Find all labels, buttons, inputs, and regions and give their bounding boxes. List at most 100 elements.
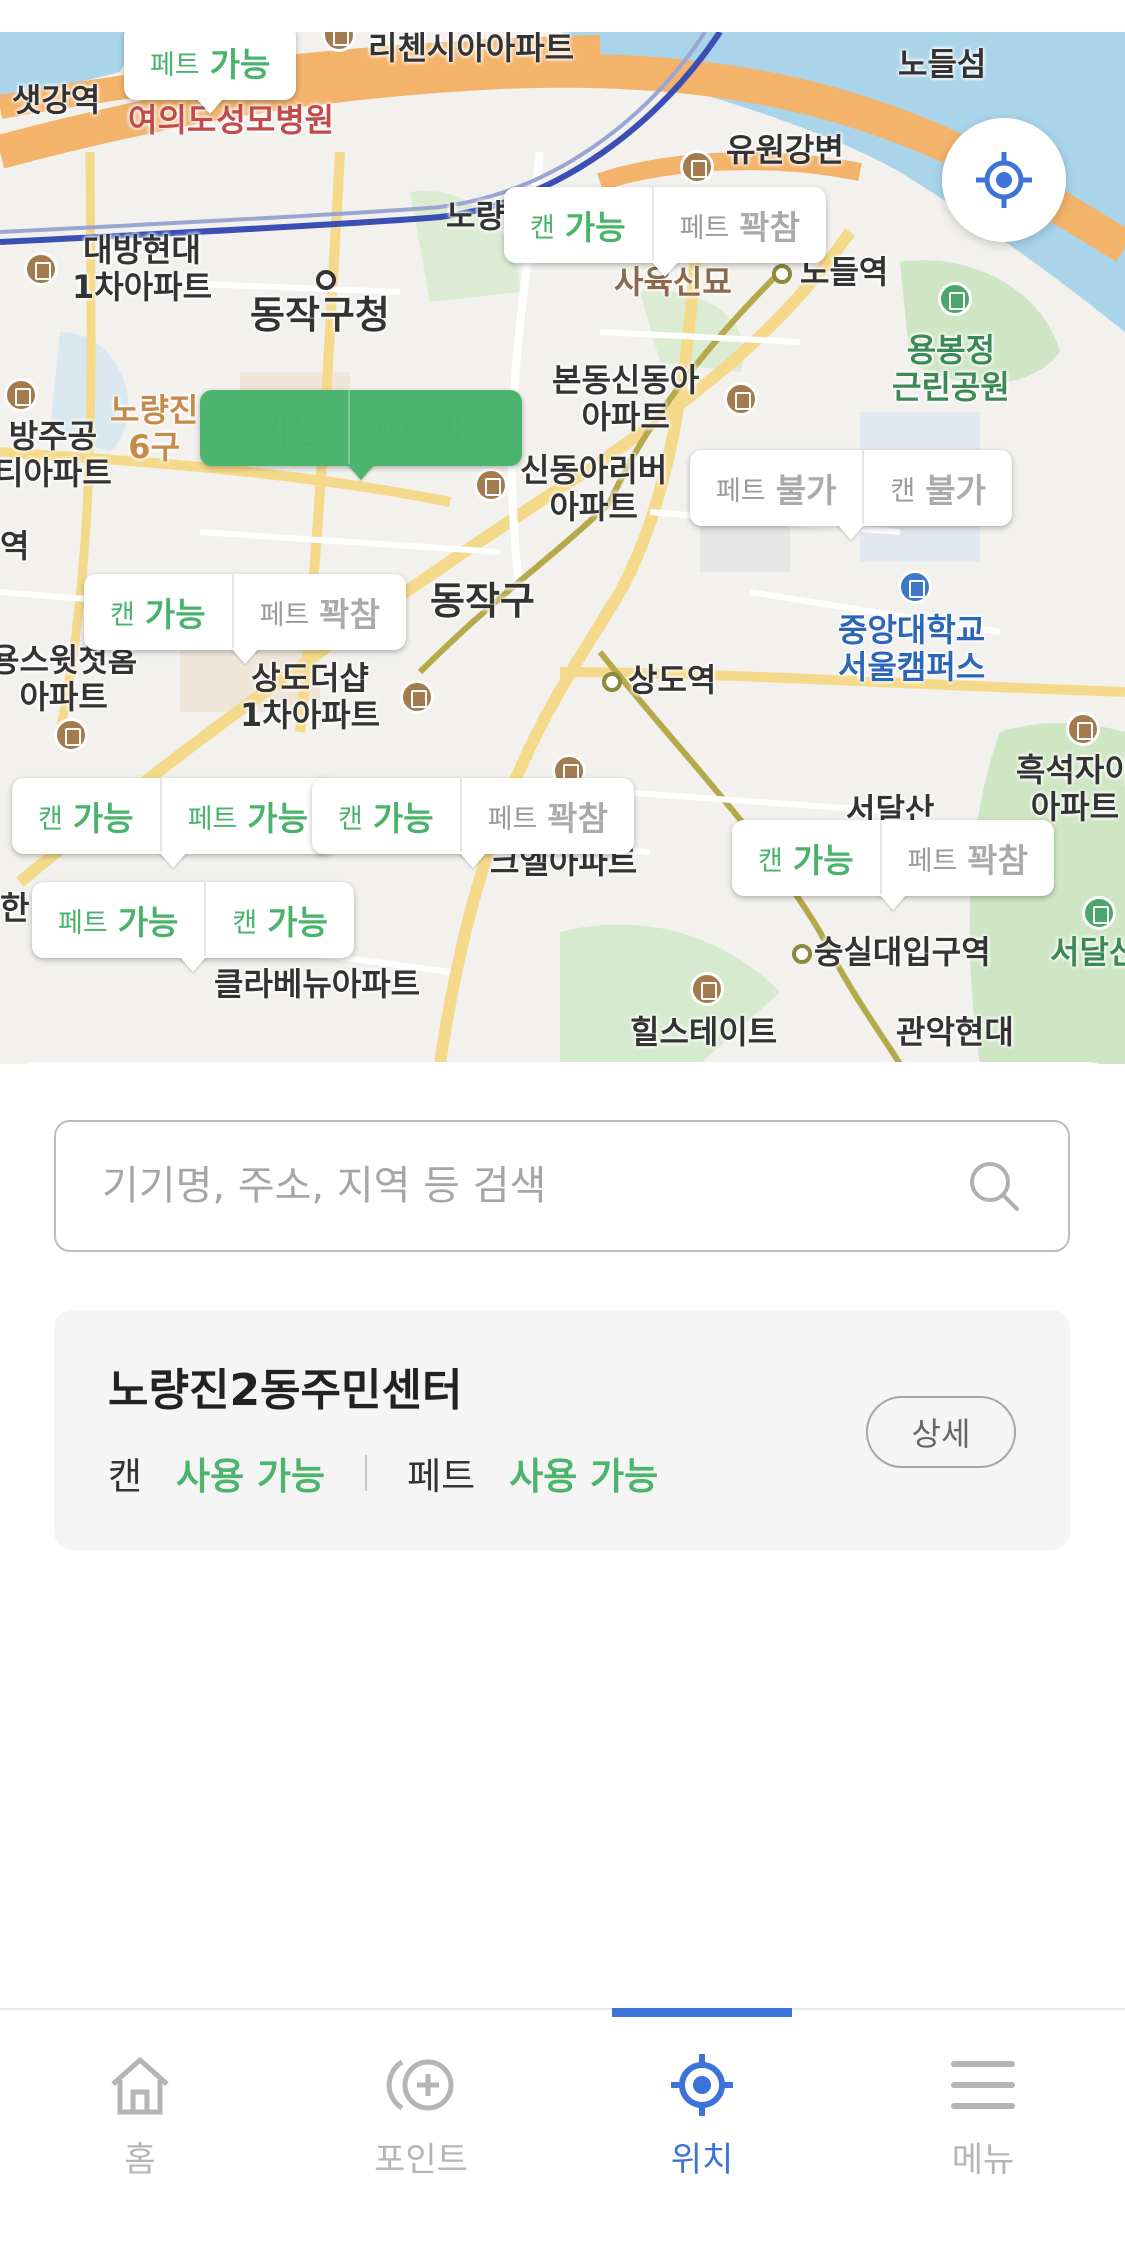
can-status: 사용 가능 bbox=[176, 1455, 326, 1498]
bin-marker[interactable]: 캔 가능 페트 꽉참 bbox=[732, 820, 1054, 896]
map-label: 상도더샵 1차아파트 bbox=[240, 659, 381, 734]
bin-marker[interactable]: 캔 가능 페트 꽉참 bbox=[504, 187, 826, 263]
building-poi-icon bbox=[24, 252, 58, 286]
map-label: 중앙대학교 서울캠퍼스 bbox=[838, 611, 986, 686]
marker-item-status: 가능 bbox=[267, 903, 328, 942]
search-input[interactable] bbox=[102, 1163, 966, 1209]
bin-marker[interactable]: 캔 가능 페트 꽉참 bbox=[312, 778, 634, 854]
map-label: 관악현대 bbox=[896, 1013, 1014, 1051]
marker-item-type: 캔 bbox=[338, 803, 363, 835]
building-poi-icon bbox=[680, 150, 714, 184]
marker-segment: 페트 가능 bbox=[347, 390, 522, 466]
search-icon[interactable] bbox=[966, 1158, 1022, 1214]
home-icon bbox=[111, 2057, 169, 2115]
map-label: 용스윗첫홈 아파트 bbox=[0, 641, 138, 716]
search-bar[interactable] bbox=[54, 1120, 1070, 1252]
tab-home[interactable]: 홈 bbox=[40, 2050, 240, 2190]
crosshair-locate-icon bbox=[976, 152, 1032, 208]
tab-label: 위치 bbox=[670, 2140, 734, 2180]
station-icon bbox=[792, 944, 812, 964]
marker-item-type: 캔 bbox=[38, 803, 63, 835]
marker-item-type: 캔 bbox=[890, 475, 916, 507]
marker-item-status: 가능 bbox=[372, 799, 434, 838]
tab-label: 메뉴 bbox=[951, 2140, 1015, 2180]
marker-item-status: 가능 bbox=[260, 411, 322, 450]
marker-segment: 페트 꽉참 bbox=[459, 778, 634, 854]
marker-item-status: 가능 bbox=[144, 595, 206, 634]
marker-item-status: 가능 bbox=[72, 799, 134, 838]
marker-item-type: 페트 bbox=[907, 845, 958, 877]
building-poi-icon bbox=[690, 972, 724, 1006]
marker-segment: 페트 불가 bbox=[690, 450, 862, 526]
tab-location[interactable]: 위치 bbox=[602, 2050, 802, 2190]
map-view[interactable]: 리첸시아아파트 샛강역 여의도성모병원 유원강변 노들섬 대방현대 1차아파트 … bbox=[0, 32, 1125, 1064]
marker-item-status: 꽉참 bbox=[739, 208, 800, 247]
marker-item-status: 꽉참 bbox=[547, 799, 608, 838]
active-tab-indicator bbox=[612, 2008, 792, 2017]
marker-item-type: 페트 bbox=[679, 212, 730, 244]
status-divider bbox=[365, 1455, 368, 1491]
map-label: 리첸시아아파트 bbox=[368, 32, 575, 67]
school-poi-icon bbox=[898, 570, 932, 604]
map-label: 노량진 6구 bbox=[110, 391, 199, 466]
map-label: 방주공 티아파트 bbox=[0, 417, 112, 492]
building-poi-icon bbox=[1066, 712, 1100, 746]
map-label: 숭실대입구역 bbox=[814, 933, 991, 971]
bin-marker[interactable]: 캔 가능 페트 꽉참 bbox=[84, 574, 406, 650]
marker-segment: 페트 꽉참 bbox=[879, 820, 1054, 896]
marker-item-type: 캔 bbox=[226, 415, 251, 447]
building-poi-icon bbox=[474, 468, 508, 502]
map-label: 유원강변 bbox=[726, 131, 844, 169]
park-poi-icon bbox=[938, 282, 972, 316]
station-icon bbox=[772, 264, 792, 284]
tab-points[interactable]: 포인트 bbox=[321, 2050, 521, 2190]
map-label: 역 bbox=[0, 527, 30, 565]
marker-item-type: 캔 bbox=[232, 907, 258, 939]
marker-item-status: 가능 bbox=[435, 411, 496, 450]
detail-button[interactable]: 상세 bbox=[866, 1396, 1016, 1468]
marker-segment: 페트 가능 bbox=[32, 882, 204, 958]
marker-segment: 페트 꽉참 bbox=[231, 574, 406, 650]
tab-menu[interactable]: 메뉴 bbox=[883, 2050, 1083, 2190]
menu-icon bbox=[951, 2061, 1015, 2109]
bin-marker[interactable]: 캔 가능 페트 가능 bbox=[12, 778, 334, 854]
locate-me-button[interactable] bbox=[942, 118, 1066, 242]
map-label: 용봉정 근린공원 bbox=[892, 331, 1010, 406]
map-label: 서달산 bbox=[1050, 933, 1125, 971]
pet-label: 페트 bbox=[407, 1455, 476, 1498]
map-label: 동작구청 bbox=[250, 293, 390, 337]
bin-marker[interactable]: 페트 가능 캔 가능 bbox=[32, 882, 354, 958]
marker-item-type: 페트 bbox=[716, 475, 766, 507]
map-label: 대방현대 1차아파트 bbox=[72, 231, 213, 306]
bin-marker-selected[interactable]: 캔 가능 페트 가능 bbox=[200, 390, 522, 466]
marker-item-type: 페트 bbox=[58, 907, 108, 939]
marker-item-status: 가능 bbox=[209, 45, 271, 84]
bin-marker[interactable]: 페트 불가 캔 불가 bbox=[690, 450, 1012, 526]
map-label: 본동신동아 아파트 bbox=[552, 361, 700, 436]
marker-item-type: 페트 bbox=[375, 415, 426, 447]
map-label: 흑석자이 아파트 bbox=[1016, 751, 1125, 826]
marker-segment: 캔 가능 bbox=[312, 778, 460, 854]
marker-item-type: 캔 bbox=[530, 212, 555, 244]
marker-segment: 캔 가능 bbox=[12, 778, 160, 854]
marker-item-status: 가능 bbox=[247, 799, 308, 838]
map-label: 클라베뉴아파트 bbox=[214, 965, 421, 1003]
marker-item-status: 불가 bbox=[775, 471, 837, 510]
station-icon bbox=[316, 270, 336, 290]
map-label: 여의도성모병원 bbox=[128, 101, 335, 139]
marker-item-type: 페트 bbox=[487, 803, 538, 835]
pet-status: 사용 가능 bbox=[509, 1455, 659, 1498]
marker-segment: 캔 가능 bbox=[84, 574, 232, 650]
points-icon bbox=[386, 2059, 454, 2111]
location-name: 노량진2동주민센터 bbox=[108, 1365, 463, 1416]
bin-marker[interactable]: 페트 가능 bbox=[124, 32, 297, 100]
marker-segment: 캔 가능 bbox=[732, 820, 880, 896]
map-label: 한 bbox=[0, 889, 30, 927]
marker-item-type: 페트 bbox=[259, 599, 310, 631]
location-card[interactable]: 노량진2동주민센터 캔 사용 가능 페트 사용 가능 상세 bbox=[54, 1310, 1070, 1550]
map-label: 신동아리버 아파트 bbox=[520, 451, 668, 526]
marker-item-type: 캔 bbox=[110, 599, 135, 631]
marker-segment: 캔 불가 bbox=[862, 450, 1012, 526]
map-label: 노들섬 bbox=[898, 45, 987, 83]
marker-segment: 캔 가능 bbox=[200, 390, 348, 466]
